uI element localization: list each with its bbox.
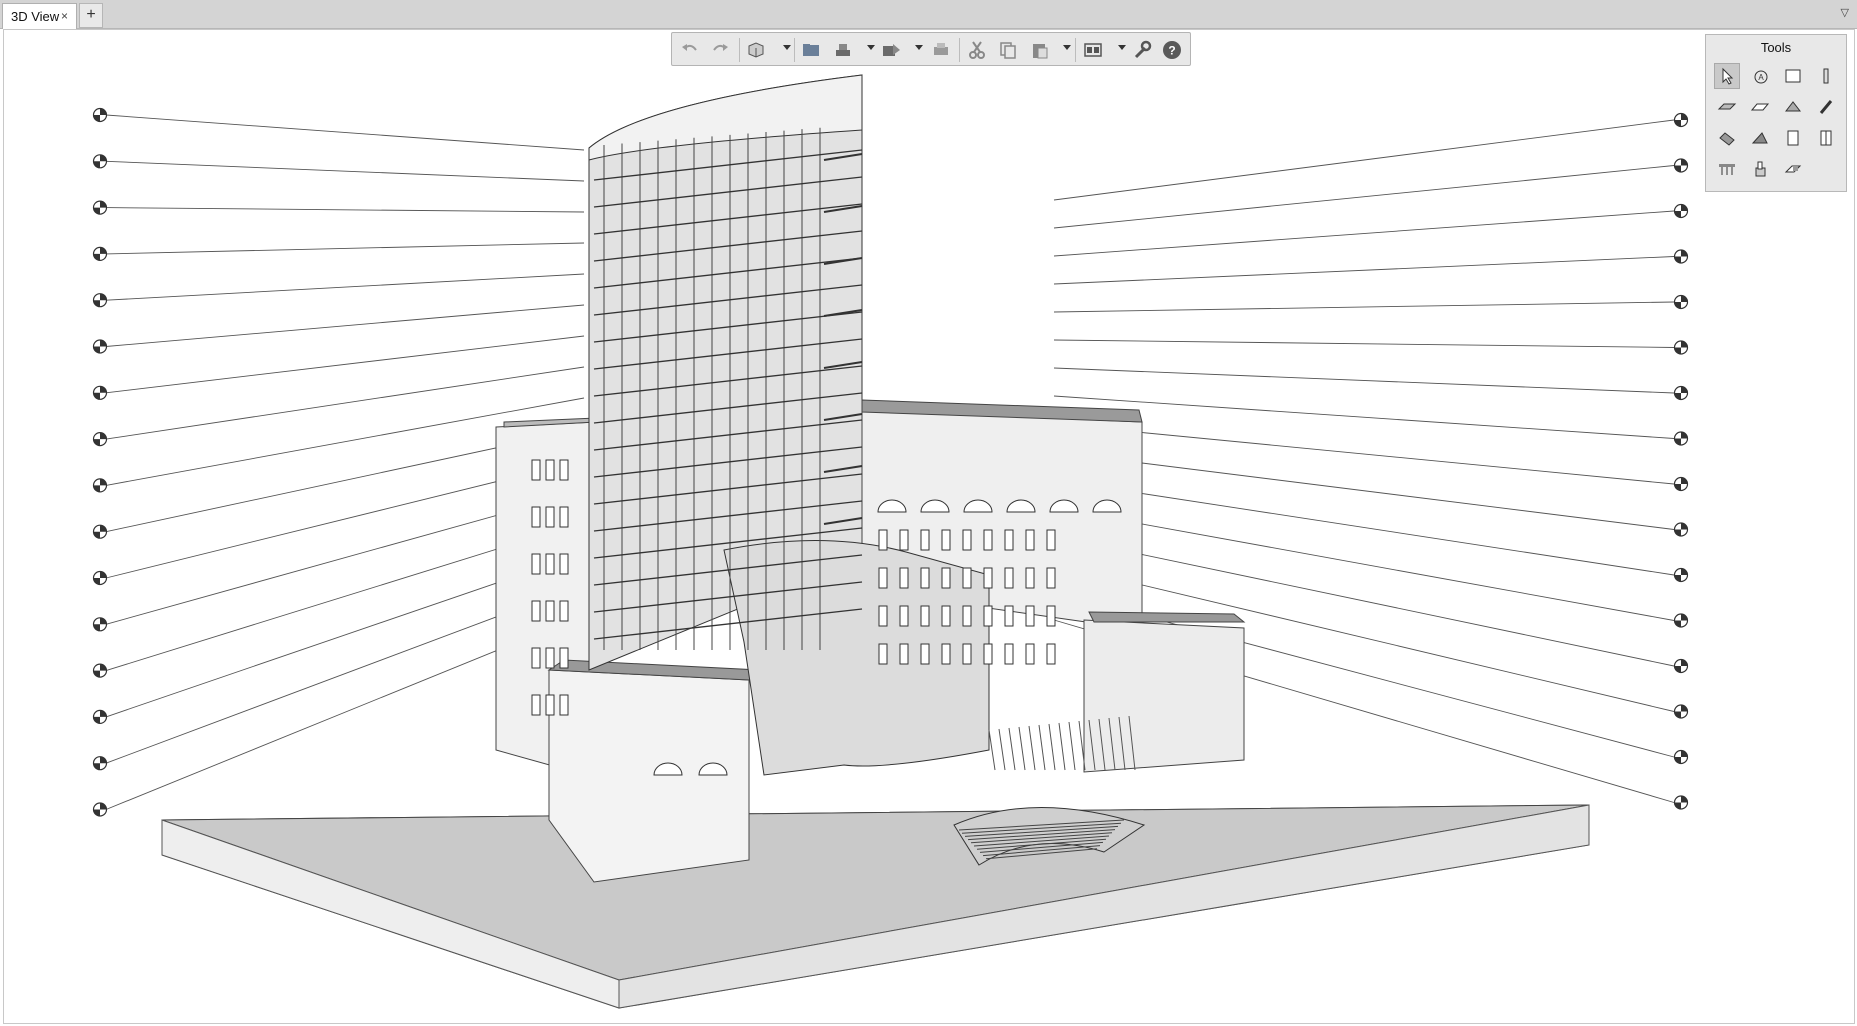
- shell-tool-icon[interactable]: [1780, 94, 1806, 120]
- tools-panel-title: Tools: [1760, 40, 1792, 55]
- cut-icon[interactable]: [964, 37, 990, 62]
- 3d-viewport[interactable]: [3, 29, 1855, 1024]
- settings-wrench-icon[interactable]: [1129, 37, 1155, 62]
- select-arrow-icon[interactable]: [1714, 63, 1740, 89]
- door-tool-icon[interactable]: [1780, 125, 1806, 151]
- 3d-view-icon[interactable]: [743, 37, 769, 62]
- svg-text:?: ?: [1168, 43, 1175, 57]
- window-tool-icon[interactable]: [1813, 125, 1839, 151]
- add-tab-button[interactable]: +: [79, 3, 103, 28]
- help-icon[interactable]: ?: [1159, 37, 1185, 62]
- column-tool-icon[interactable]: [1813, 63, 1839, 89]
- beam-tool-icon[interactable]: [1813, 94, 1839, 120]
- layers-icon[interactable]: [1080, 37, 1106, 62]
- paste-icon[interactable]: [1027, 37, 1053, 62]
- building-model[interactable]: [4, 30, 1854, 1023]
- wall-tool-icon[interactable]: [1780, 63, 1806, 89]
- object-tool-icon[interactable]: [1747, 156, 1773, 182]
- print-icon[interactable]: [928, 37, 954, 62]
- railing-tool-icon[interactable]: [1714, 156, 1740, 182]
- roof-tool-icon[interactable]: [1747, 94, 1773, 120]
- svg-text:A: A: [1758, 73, 1764, 82]
- tools-panel: Tools A: [1705, 34, 1847, 192]
- export-icon[interactable]: [878, 37, 904, 62]
- copy-icon[interactable]: [995, 37, 1021, 62]
- label-tool-icon[interactable]: A: [1747, 63, 1773, 89]
- undo-icon[interactable]: [677, 37, 703, 62]
- open-icon[interactable]: [798, 37, 824, 62]
- slab-tool-icon[interactable]: [1714, 94, 1740, 120]
- stair-tool-icon[interactable]: [1714, 125, 1740, 151]
- tab-3d-view[interactable]: 3D View ×: [2, 3, 77, 29]
- redo-icon[interactable]: [707, 37, 733, 62]
- ramp-tool-icon[interactable]: [1747, 125, 1773, 151]
- tab-bar: 3D View × + ▽: [0, 0, 1857, 29]
- main-toolbar: ?: [671, 32, 1191, 66]
- zone-tool-icon[interactable]: [1780, 156, 1806, 182]
- close-icon[interactable]: ×: [61, 9, 68, 23]
- tab-menu-icon[interactable]: ▽: [1841, 6, 1849, 19]
- tab-label: 3D View: [11, 9, 60, 24]
- save-icon[interactable]: [830, 37, 856, 62]
